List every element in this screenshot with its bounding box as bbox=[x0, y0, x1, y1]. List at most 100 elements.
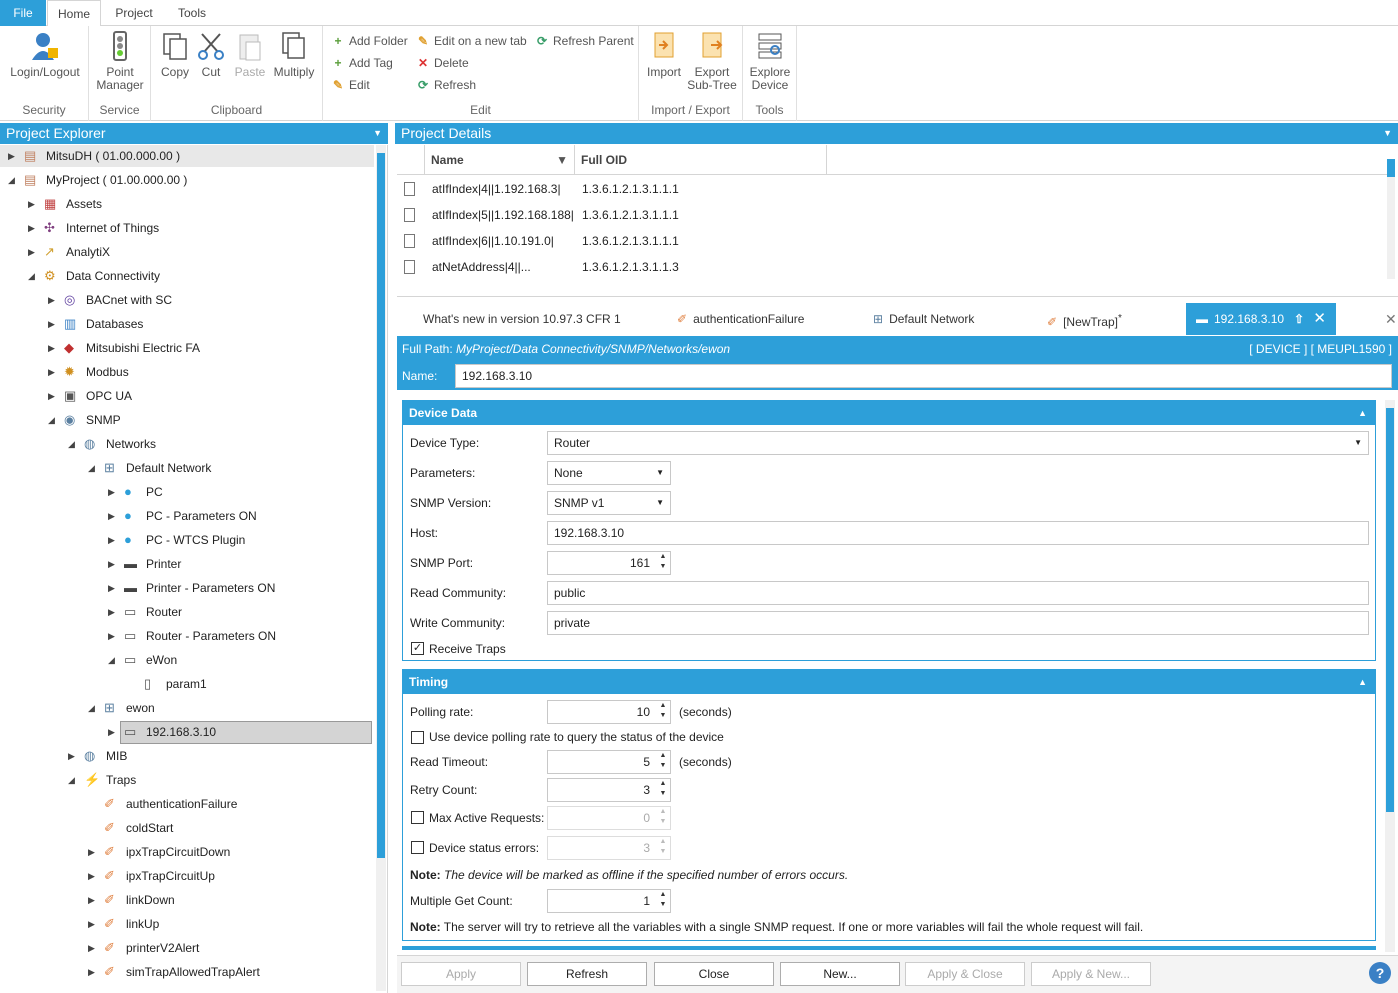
close-button[interactable]: Close bbox=[654, 962, 774, 986]
table-row[interactable]: atIfIndex|4||1.192.168.3| 1.3.6.1.2.1.3.1… bbox=[397, 176, 1387, 202]
collapse-arrow-icon[interactable]: ◢ bbox=[68, 433, 78, 455]
table-row[interactable]: atNetAddress|4||... 1.3.6.1.2.1.3.1.1.3 bbox=[397, 254, 1387, 280]
tree-node[interactable]: ▶ ▬ Printer bbox=[0, 553, 374, 575]
stepper-arrows-icon[interactable]: ▲ ▼ bbox=[656, 837, 670, 859]
apply-close-button[interactable]: Apply & Close bbox=[905, 962, 1025, 986]
close-all-icon[interactable]: ✕ bbox=[1385, 303, 1397, 335]
collapse-arrow-icon[interactable]: ◢ bbox=[48, 409, 58, 431]
retry-count-stepper[interactable]: 3 ▲ ▼ bbox=[547, 778, 671, 802]
column-header-name[interactable]: Name ▼ bbox=[425, 145, 575, 175]
multiply-button[interactable]: Multiply bbox=[269, 30, 319, 79]
tree-node[interactable]: ▶ ✐ ipxTrapCircuitDown bbox=[0, 841, 374, 863]
copy-button[interactable]: Copy bbox=[155, 30, 195, 79]
expand-arrow-icon[interactable]: ▶ bbox=[28, 241, 38, 263]
use-device-polling-checkbox[interactable] bbox=[411, 731, 424, 744]
tree-node[interactable]: ▶ ✐ linkDown bbox=[0, 889, 374, 911]
collapse-arrow-icon[interactable]: ◢ bbox=[8, 169, 18, 191]
tree-node[interactable]: ▶ ▣ OPC UA bbox=[0, 385, 374, 407]
menu-file[interactable]: File bbox=[0, 0, 46, 26]
tab-new-trap[interactable]: ✐ [NewTrap]* bbox=[1047, 303, 1122, 335]
tree-node[interactable]: ▶ ↗ AnalytiX bbox=[0, 241, 374, 263]
tree-scrollbar[interactable] bbox=[376, 145, 386, 991]
tree-node[interactable]: ▶ ◍ MIB bbox=[0, 745, 374, 767]
device-status-errors-stepper[interactable]: 3 ▲ ▼ bbox=[547, 836, 671, 860]
tree-node[interactable]: ◢ ⚡ Traps bbox=[0, 769, 374, 791]
expand-arrow-icon[interactable]: ▶ bbox=[108, 721, 118, 743]
device-data-header[interactable]: Device Data ▲ bbox=[403, 401, 1375, 425]
expand-arrow-icon[interactable]: ▶ bbox=[108, 481, 118, 503]
tree-node[interactable]: ▶ ▥ Databases bbox=[0, 313, 374, 335]
menu-home[interactable]: Home bbox=[47, 0, 101, 27]
login-logout-button[interactable]: Login/Logout bbox=[4, 30, 86, 79]
tree-node[interactable]: ▶ ✐ linkUp bbox=[0, 913, 374, 935]
device-type-select[interactable]: Router ▼ bbox=[547, 431, 1369, 455]
expand-arrow-icon[interactable]: ▶ bbox=[88, 841, 98, 863]
expand-arrow-icon[interactable]: ▶ bbox=[48, 361, 58, 383]
menu-project[interactable]: Project bbox=[106, 0, 162, 26]
tab-whats-new[interactable]: What's new in version 10.97.3 CFR 1 bbox=[423, 303, 621, 335]
details-scrollbar[interactable] bbox=[1385, 400, 1395, 952]
edit-new-tab-button[interactable]: ✎ Edit on a new tab bbox=[416, 32, 527, 50]
receive-traps-checkbox[interactable]: ✓ bbox=[411, 642, 424, 655]
tree-node[interactable]: ▶ ✐ printerV2Alert bbox=[0, 937, 374, 959]
filter-icon[interactable]: ▼ bbox=[556, 145, 568, 175]
expand-arrow-icon[interactable]: ▶ bbox=[88, 889, 98, 911]
tree-node[interactable]: ▶ ◆ Mitsubishi Electric FA bbox=[0, 337, 374, 359]
refresh-form-button[interactable]: Refresh bbox=[527, 962, 647, 986]
expand-arrow-icon[interactable]: ▶ bbox=[28, 217, 38, 239]
stepper-arrows-icon[interactable]: ▲ ▼ bbox=[656, 779, 670, 801]
collapse-icon[interactable]: ▲ bbox=[1358, 670, 1367, 694]
pin-icon[interactable]: ⇧ bbox=[1294, 303, 1304, 335]
tree-node[interactable]: ◢ ⊞ Default Network bbox=[0, 457, 374, 479]
paste-button[interactable]: Paste bbox=[231, 30, 269, 79]
refresh-parent-button[interactable]: ⟳ Refresh Parent bbox=[535, 32, 634, 50]
expand-arrow-icon[interactable]: ▶ bbox=[108, 505, 118, 527]
table-row[interactable]: atIfIndex|5||1.192.168.188| 1.3.6.1.2.1.3… bbox=[397, 202, 1387, 228]
expand-arrow-icon[interactable]: ▶ bbox=[108, 577, 118, 599]
expand-arrow-icon[interactable]: ▶ bbox=[88, 961, 98, 983]
collapse-arrow-icon[interactable]: ◢ bbox=[88, 697, 98, 719]
import-button[interactable]: Import bbox=[641, 30, 687, 79]
tree-node[interactable]: ▶ ✹ Modbus bbox=[0, 361, 374, 383]
expand-arrow-icon[interactable]: ▶ bbox=[48, 289, 58, 311]
tree-node[interactable]: ▶ ▭ Router - Parameters ON bbox=[0, 625, 374, 647]
expand-arrow-icon[interactable]: ▶ bbox=[88, 865, 98, 887]
snmp-version-select[interactable]: SNMP v1 ▼ bbox=[547, 491, 671, 515]
expand-arrow-icon[interactable]: ▶ bbox=[88, 937, 98, 959]
tree-node[interactable]: ◢ ◉ SNMP bbox=[0, 409, 374, 431]
tree-node[interactable]: ◢ ▭ eWon bbox=[0, 649, 374, 671]
add-tag-button[interactable]: + Add Tag bbox=[331, 54, 392, 72]
stepper-arrows-icon[interactable]: ▲ ▼ bbox=[656, 701, 670, 723]
help-icon[interactable]: ? bbox=[1369, 962, 1391, 984]
name-input[interactable]: 192.168.3.10 bbox=[455, 364, 1392, 388]
point-manager-button[interactable]: Point Manager bbox=[91, 30, 149, 92]
tree-node[interactable]: ▶ ✣ Internet of Things bbox=[0, 217, 374, 239]
tree-node[interactable]: ▶ ● PC bbox=[0, 481, 374, 503]
menu-tools[interactable]: Tools bbox=[166, 0, 218, 26]
tree-node[interactable]: ◢ ▤ MyProject ( 01.00.000.00 ) bbox=[0, 169, 374, 191]
stepper-arrows-icon[interactable]: ▲ ▼ bbox=[656, 552, 670, 574]
stepper-arrows-icon[interactable]: ▲ ▼ bbox=[656, 807, 670, 829]
export-subtree-button[interactable]: Export Sub-Tree bbox=[687, 30, 737, 92]
write-community-input[interactable]: private bbox=[547, 611, 1369, 635]
multiple-get-count-stepper[interactable]: 1 ▲ ▼ bbox=[547, 889, 671, 913]
collapse-icon[interactable]: ▲ bbox=[1358, 401, 1367, 425]
max-active-requests-stepper[interactable]: 0 ▲ ▼ bbox=[547, 806, 671, 830]
read-timeout-stepper[interactable]: 5 ▲ ▼ bbox=[547, 750, 671, 774]
column-header-oid[interactable]: Full OID bbox=[575, 145, 827, 175]
expand-arrow-icon[interactable]: ▶ bbox=[48, 313, 58, 335]
tree-node[interactable]: ▶ ▤ MitsuDH ( 01.00.000.00 ) bbox=[0, 145, 374, 167]
expand-arrow-icon[interactable]: ▶ bbox=[108, 529, 118, 551]
tree-node[interactable]: ▶ ● PC - Parameters ON bbox=[0, 505, 374, 527]
expand-arrow-icon[interactable]: ▶ bbox=[8, 145, 18, 167]
edit-button[interactable]: ✎ Edit bbox=[331, 76, 370, 94]
expand-arrow-icon[interactable]: ▶ bbox=[108, 553, 118, 575]
tab-authentication-failure[interactable]: ✐ authenticationFailure bbox=[677, 303, 804, 335]
new-button[interactable]: New... bbox=[780, 962, 900, 986]
apply-new-button[interactable]: Apply & New... bbox=[1031, 962, 1151, 986]
collapse-arrow-icon[interactable]: ◢ bbox=[68, 769, 78, 791]
tab-active-device[interactable]: ▬ 192.168.3.10 ⇧ ✕ bbox=[1186, 303, 1336, 335]
collapse-arrow-icon[interactable]: ◢ bbox=[108, 649, 118, 671]
stepper-arrows-icon[interactable]: ▲ ▼ bbox=[656, 890, 670, 912]
explore-device-button[interactable]: Explore Device bbox=[745, 30, 795, 92]
